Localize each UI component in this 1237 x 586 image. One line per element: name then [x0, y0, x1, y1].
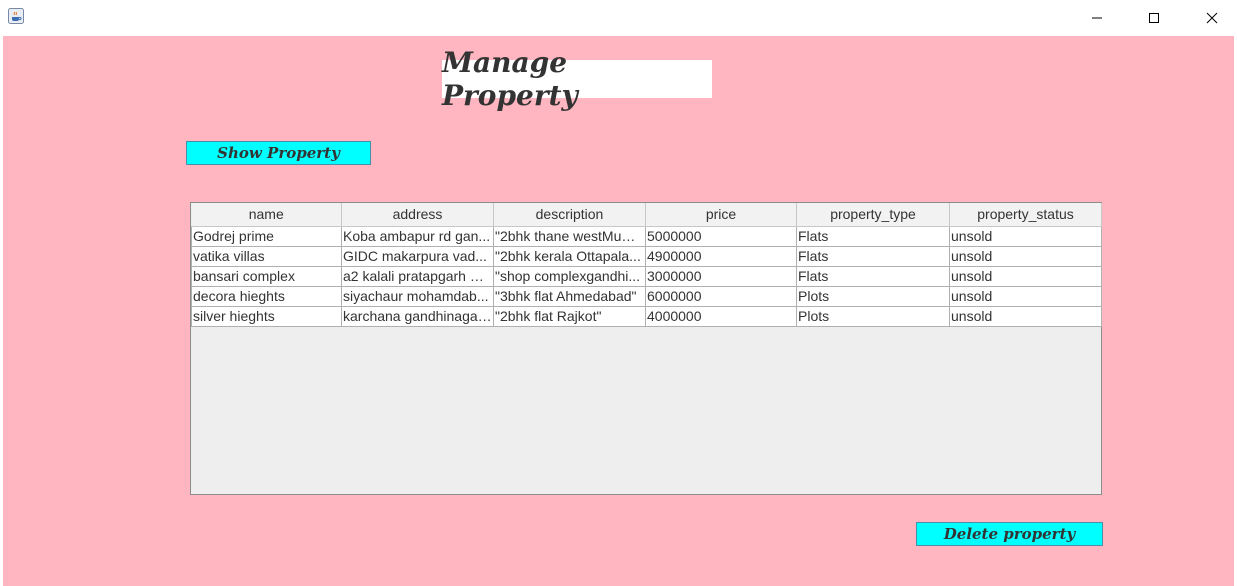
column-header[interactable]: property_type [796, 203, 950, 227]
table-row[interactable]: decora hieghts siyachaur mohamdab... "3b… [191, 285, 1102, 307]
content-pane: Manage Property Show Property name addre… [3, 36, 1234, 586]
table-cell[interactable]: Flats [796, 265, 950, 287]
table-cell[interactable]: vatika villas [191, 245, 342, 267]
column-header[interactable]: property_status [949, 203, 1102, 227]
title-panel: Manage Property [442, 46, 712, 112]
show-property-button[interactable]: Show Property [186, 141, 371, 165]
property-table: name address description price property_… [191, 203, 1102, 327]
table-cell[interactable]: unsold [949, 265, 1102, 287]
table-cell[interactable]: Flats [796, 225, 950, 247]
page-title: Manage Property [442, 46, 578, 112]
table-cell[interactable]: unsold [949, 285, 1102, 307]
table-cell[interactable]: Plots [796, 285, 950, 307]
close-icon [1206, 12, 1218, 24]
table-cell[interactable]: Flats [796, 245, 950, 267]
table-cell[interactable]: "2bhk flat Rajkot" [493, 305, 646, 327]
table-cell[interactable]: "2bhk kerala Ottapala... [493, 245, 646, 267]
table-cell[interactable]: bansari complex [191, 265, 342, 287]
table-row[interactable]: bansari complex a2 kalali pratapgarh M..… [191, 265, 1102, 287]
table-row[interactable]: Godrej prime Koba ambapur rd gan... "2bh… [191, 225, 1102, 247]
table-header-row: name address description price property_… [191, 203, 1102, 227]
minimize-button[interactable] [1074, 4, 1120, 32]
table-row[interactable]: vatika villas GIDC makarpura vad... "2bh… [191, 245, 1102, 267]
table-cell[interactable]: "2bhk thane westMum... [493, 225, 646, 247]
delete-property-button[interactable]: Delete property [916, 522, 1103, 546]
table-cell[interactable]: 5000000 [645, 225, 797, 247]
table-cell[interactable]: siyachaur mohamdab... [341, 285, 494, 307]
java-cup-icon [8, 8, 24, 24]
table-cell[interactable]: 6000000 [645, 285, 797, 307]
table-cell[interactable]: "shop complexgandhi... [493, 265, 646, 287]
maximize-button[interactable] [1131, 4, 1177, 32]
column-header[interactable]: price [645, 203, 797, 227]
close-button[interactable] [1189, 4, 1235, 32]
table-cell[interactable]: decora hieghts [191, 285, 342, 307]
table-cell[interactable]: 3000000 [645, 265, 797, 287]
table-row[interactable]: silver hieghts karchana gandhinagar... "… [191, 305, 1102, 327]
table-cell[interactable]: 4900000 [645, 245, 797, 267]
table-cell[interactable]: Godrej prime [191, 225, 342, 247]
table-cell[interactable]: Koba ambapur rd gan... [341, 225, 494, 247]
minimize-icon [1092, 17, 1102, 19]
column-header[interactable]: address [341, 203, 494, 227]
table-cell[interactable]: unsold [949, 305, 1102, 327]
window-titlebar [0, 0, 1237, 36]
table-cell[interactable]: 4000000 [645, 305, 797, 327]
column-header[interactable]: name [191, 203, 342, 227]
table-cell[interactable]: a2 kalali pratapgarh M... [341, 265, 494, 287]
table-cell[interactable]: GIDC makarpura vad... [341, 245, 494, 267]
table-cell[interactable]: silver hieghts [191, 305, 342, 327]
property-table-scrollpane[interactable]: name address description price property_… [190, 202, 1102, 495]
table-cell[interactable]: karchana gandhinagar... [341, 305, 494, 327]
table-cell[interactable]: Plots [796, 305, 950, 327]
column-header[interactable]: description [493, 203, 646, 227]
table-cell[interactable]: "3bhk flat Ahmedabad" [493, 285, 646, 307]
table-cell[interactable]: unsold [949, 245, 1102, 267]
maximize-icon [1149, 13, 1159, 23]
table-cell[interactable]: unsold [949, 225, 1102, 247]
